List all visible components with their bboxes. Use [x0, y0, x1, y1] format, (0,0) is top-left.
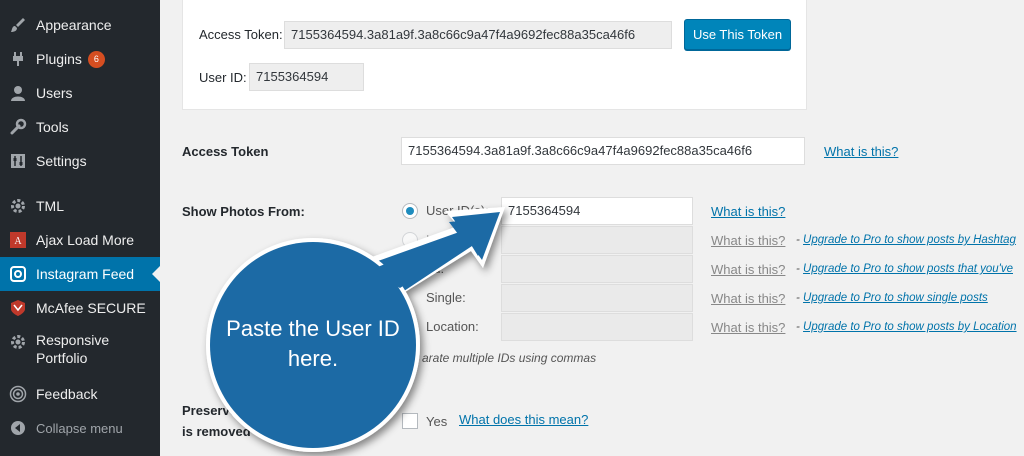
preserve-heading-line2: is removed — [182, 424, 251, 439]
location-help-link[interactable]: What is this? — [711, 320, 785, 335]
sidebar-item-plugins[interactable]: Plugins 6 — [0, 42, 160, 76]
sidebar-item-feedback[interactable]: Feedback — [0, 377, 160, 411]
multiple-ids-hint: arate multiple IDs using commas — [422, 351, 597, 365]
user-id-help-link[interactable]: What is this? — [711, 204, 785, 219]
hashtag-option-label: Ha — [426, 232, 443, 247]
user-id-radio[interactable] — [402, 203, 418, 219]
token-user-id-field[interactable]: 7155364594 — [249, 63, 364, 91]
feedback-icon — [0, 385, 36, 403]
show-photos-from-heading: Show Photos From: — [182, 204, 305, 219]
sidebar-item-instagram-feed[interactable]: Instagram Feed — [0, 257, 160, 291]
preserve-checkbox[interactable] — [402, 413, 418, 429]
single-option-label: Single: — [426, 290, 466, 305]
hashtag-input[interactable] — [501, 226, 693, 254]
sidebar-item-mcafee-secure[interactable]: McAfee SECURE — [0, 291, 160, 325]
paintbrush-icon — [0, 16, 36, 34]
plug-icon — [0, 50, 36, 68]
collapse-menu-label: Collapse menu — [36, 420, 123, 436]
callout-text: Paste the User ID here. — [226, 316, 400, 371]
single-help-link[interactable]: What is this? — [711, 291, 785, 306]
upgrade-hashtag-link[interactable]: - Upgrade to Pro to show posts by Hashta… — [796, 234, 1016, 246]
access-token-label: Access Token: — [199, 27, 283, 42]
hashtag-radio[interactable] — [402, 232, 418, 248]
collapse-arrow-icon — [0, 420, 36, 436]
gear-icon — [0, 197, 36, 215]
preserve-yes-label: Yes — [426, 414, 448, 429]
liked-option-label: ed: — [426, 261, 445, 276]
sidebar-item-label: Tools — [36, 119, 69, 135]
location-input[interactable] — [501, 313, 693, 341]
svg-text:A: A — [14, 236, 22, 247]
admin-sidebar: Appearance Plugins 6 Users Tools Setting… — [0, 0, 160, 456]
token-info-box: Access Token: 7155364594.3a81a9f.3a8c66c… — [182, 0, 807, 110]
sidebar-item-label: Responsive Portfolio — [36, 332, 110, 366]
sidebar-item-label: Instagram Feed — [36, 266, 135, 282]
wrench-icon — [0, 118, 36, 136]
upgrade-liked-link[interactable]: - Upgrade to Pro to show posts that you'… — [796, 263, 1013, 275]
access-token-input[interactable]: 7155364594.3a81a9f.3a8c66c9a47f4a9692fec… — [401, 137, 805, 165]
collapse-menu-button[interactable]: Collapse menu — [0, 411, 160, 445]
instagram-icon — [0, 265, 36, 283]
user-icon — [0, 84, 36, 102]
hashtag-help-link[interactable]: What is this? — [711, 233, 785, 248]
sidebar-item-label: Users — [36, 85, 73, 101]
access-token-help-link[interactable]: What is this? — [824, 144, 898, 159]
use-this-token-button[interactable]: Use This Token — [684, 19, 791, 50]
preserve-heading-line1: Preserve — [182, 403, 237, 418]
sidebar-item-settings[interactable]: Settings — [0, 144, 160, 178]
location-option-label: Location: — [426, 319, 479, 334]
liked-input[interactable] — [501, 255, 693, 283]
main-content: Access Token: 7155364594.3a81a9f.3a8c66c… — [160, 0, 1024, 456]
sidebar-item-tml[interactable]: TML — [0, 189, 160, 223]
sidebar-item-tools[interactable]: Tools — [0, 110, 160, 144]
sidebar-item-users[interactable]: Users — [0, 76, 160, 110]
shield-icon — [0, 299, 36, 317]
upgrade-location-link[interactable]: - Upgrade to Pro to show posts by Locati… — [796, 321, 1017, 333]
sidebar-item-appearance[interactable]: Appearance — [0, 8, 160, 42]
sidebar-item-ajax-load-more[interactable]: A Ajax Load More — [0, 223, 160, 257]
settings-icon — [0, 152, 36, 170]
sidebar-item-label: Feedback — [36, 386, 98, 402]
plugins-update-badge: 6 — [87, 50, 105, 68]
token-access-token-field[interactable]: 7155364594.3a81a9f.3a8c66c9a47f4a9692fec… — [284, 21, 672, 49]
user-id-option-label: User ID(s): — [426, 203, 489, 218]
ajax-load-more-icon: A — [0, 232, 36, 248]
upgrade-single-link[interactable]: - Upgrade to Pro to show single posts — [796, 292, 988, 304]
sidebar-item-label: TML — [36, 198, 64, 214]
sidebar-item-label: Appearance — [36, 17, 112, 33]
liked-help-link[interactable]: What is this? — [711, 262, 785, 277]
access-token-heading: Access Token — [182, 144, 269, 159]
sidebar-item-label: Ajax Load More — [36, 232, 135, 248]
sidebar-item-label: Settings — [36, 153, 87, 169]
sidebar-item-responsive-portfolio[interactable]: Responsive Portfolio — [0, 331, 160, 371]
user-id-label: User ID: — [199, 70, 247, 85]
preserve-help-link[interactable]: What does this mean? — [459, 412, 588, 427]
sidebar-item-label: McAfee SECURE — [36, 300, 146, 316]
sidebar-item-label: Plugins — [36, 51, 82, 67]
user-id-input[interactable]: 7155364594 — [501, 197, 693, 225]
gear-icon — [0, 331, 36, 351]
single-input[interactable] — [501, 284, 693, 312]
